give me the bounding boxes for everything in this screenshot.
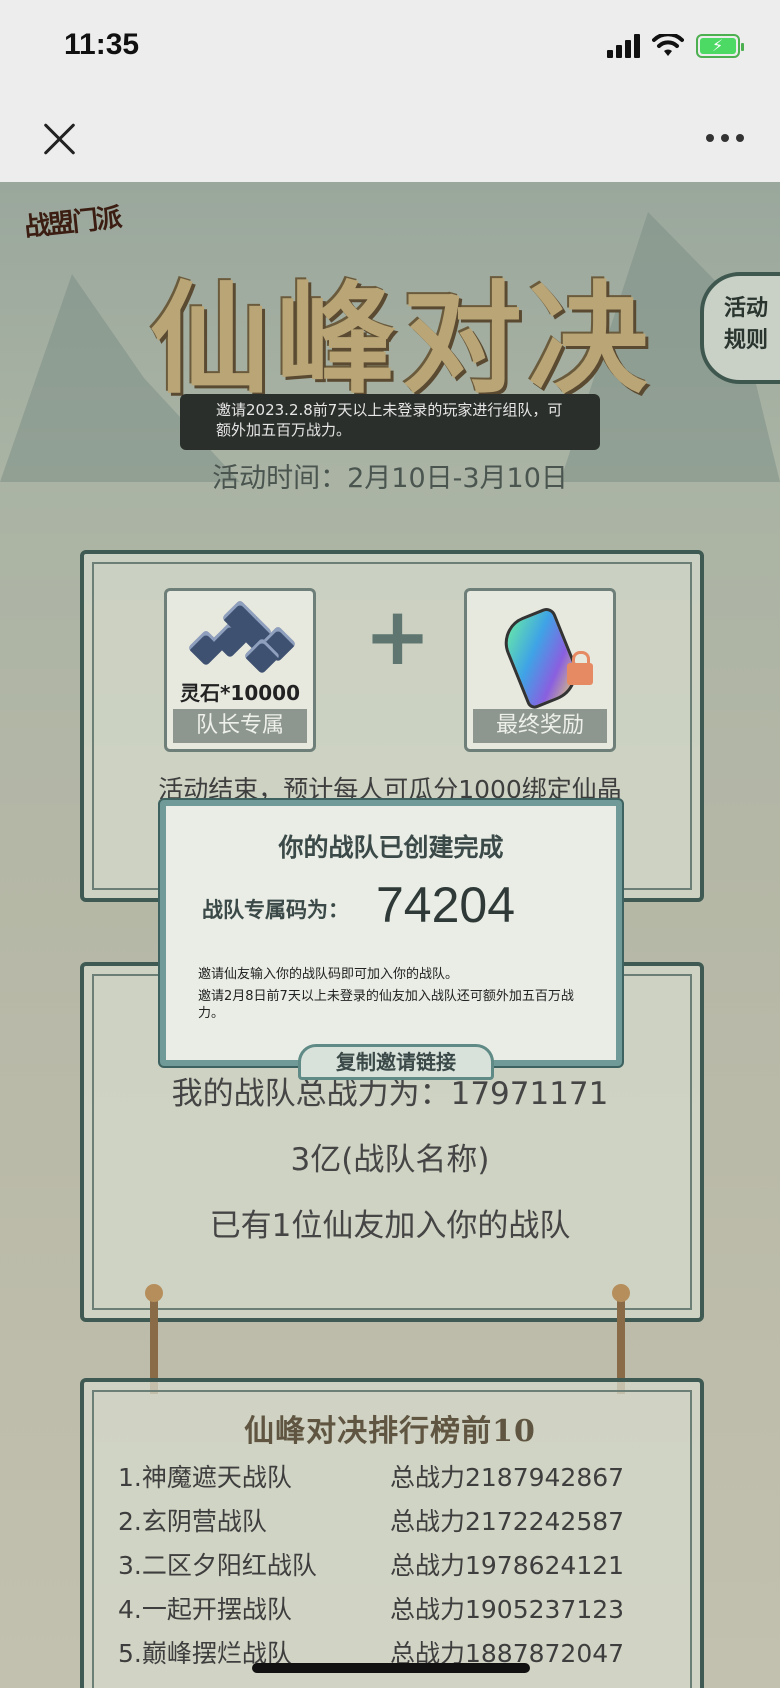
leaderboard-row: 2.玄阴营战队 总战力2172242587	[118, 1502, 678, 1538]
leaderboard-row: 4.一起开摆战队 总战力1905237123	[118, 1590, 678, 1626]
leaderboard-row: 1.神魔遮天战队 总战力2187942867	[118, 1458, 678, 1494]
signal-icon	[607, 34, 640, 58]
lock-icon	[567, 651, 593, 685]
team-power: 总战力2187942867	[390, 1463, 625, 1492]
rope-decoration	[145, 1284, 163, 1302]
nav-bar	[0, 100, 780, 182]
close-icon[interactable]	[40, 118, 80, 158]
home-indicator[interactable]	[252, 1663, 530, 1673]
leader-reward[interactable]: 灵石*10000 队长专属	[164, 588, 316, 752]
team-power: 总战力2172242587	[390, 1507, 625, 1536]
invite-banner: 邀请2023.2.8前7天以上未登录的玩家进行组队，可额外加五百万战力。	[180, 394, 600, 450]
team-name: 3.二区夕阳红战队	[118, 1551, 317, 1580]
more-icon[interactable]	[706, 134, 744, 142]
team-name: 2.玄阴营战队	[118, 1507, 267, 1536]
plus-icon: +	[364, 590, 432, 683]
team-power: 总战力1905237123	[390, 1595, 625, 1624]
dialog-title: 你的战队已创建完成	[278, 833, 504, 862]
copy-invite-link-button[interactable]: 复制邀请链接	[298, 1044, 494, 1080]
final-reward[interactable]: 最终奖励	[464, 588, 616, 752]
reward-label: 最终奖励	[473, 709, 607, 743]
team-code-value[interactable]: 74204	[376, 876, 515, 934]
team-name: 4.一起开摆战队	[118, 1595, 292, 1624]
status-icons: ⚡	[607, 34, 744, 58]
dialog-text: 邀请仙友输入你的战队码即可加入你的战队。	[198, 967, 459, 982]
status-bar: 11:35 ⚡	[0, 0, 780, 100]
team-name: 1.神魔遮天战队	[118, 1463, 292, 1492]
dialog-text: 邀请2月8日前7天以上未登录的仙友加入战队还可额外加五百万战力。	[198, 989, 574, 1021]
page-title: 仙峰对决	[150, 269, 654, 410]
team-code-label: 战队专属码为：	[202, 897, 349, 922]
status-time: 11:35	[64, 28, 140, 61]
rope-decoration	[612, 1284, 630, 1302]
rules-button-label: 活动规则	[724, 295, 769, 353]
rules-button[interactable]: 活动规则	[700, 272, 780, 384]
leaderboard-title: 仙峰对决排行榜前10	[244, 1414, 536, 1449]
spirit-stone-icon	[187, 599, 297, 675]
reward-count: 灵石*10000	[179, 681, 301, 705]
team-members: 已有1位仙友加入你的战队	[209, 1208, 571, 1244]
team-name: 3亿(战队名称)	[290, 1142, 490, 1178]
game-logo: 战盟门派	[22, 203, 122, 243]
activity-time: 活动时间：2月10日-3月10日	[212, 463, 568, 494]
reward-label: 队长专属	[173, 709, 307, 743]
battery-icon: ⚡	[696, 34, 744, 58]
wifi-icon	[652, 34, 684, 56]
leaderboard-row: 3.二区夕阳红战队 总战力1978624121	[118, 1546, 678, 1582]
team-created-dialog: 你的战队已创建完成 战队专属码为： 74204 邀请仙友输入你的战队码即可加入你…	[160, 800, 622, 1080]
team-power: 总战力1978624121	[390, 1551, 625, 1580]
